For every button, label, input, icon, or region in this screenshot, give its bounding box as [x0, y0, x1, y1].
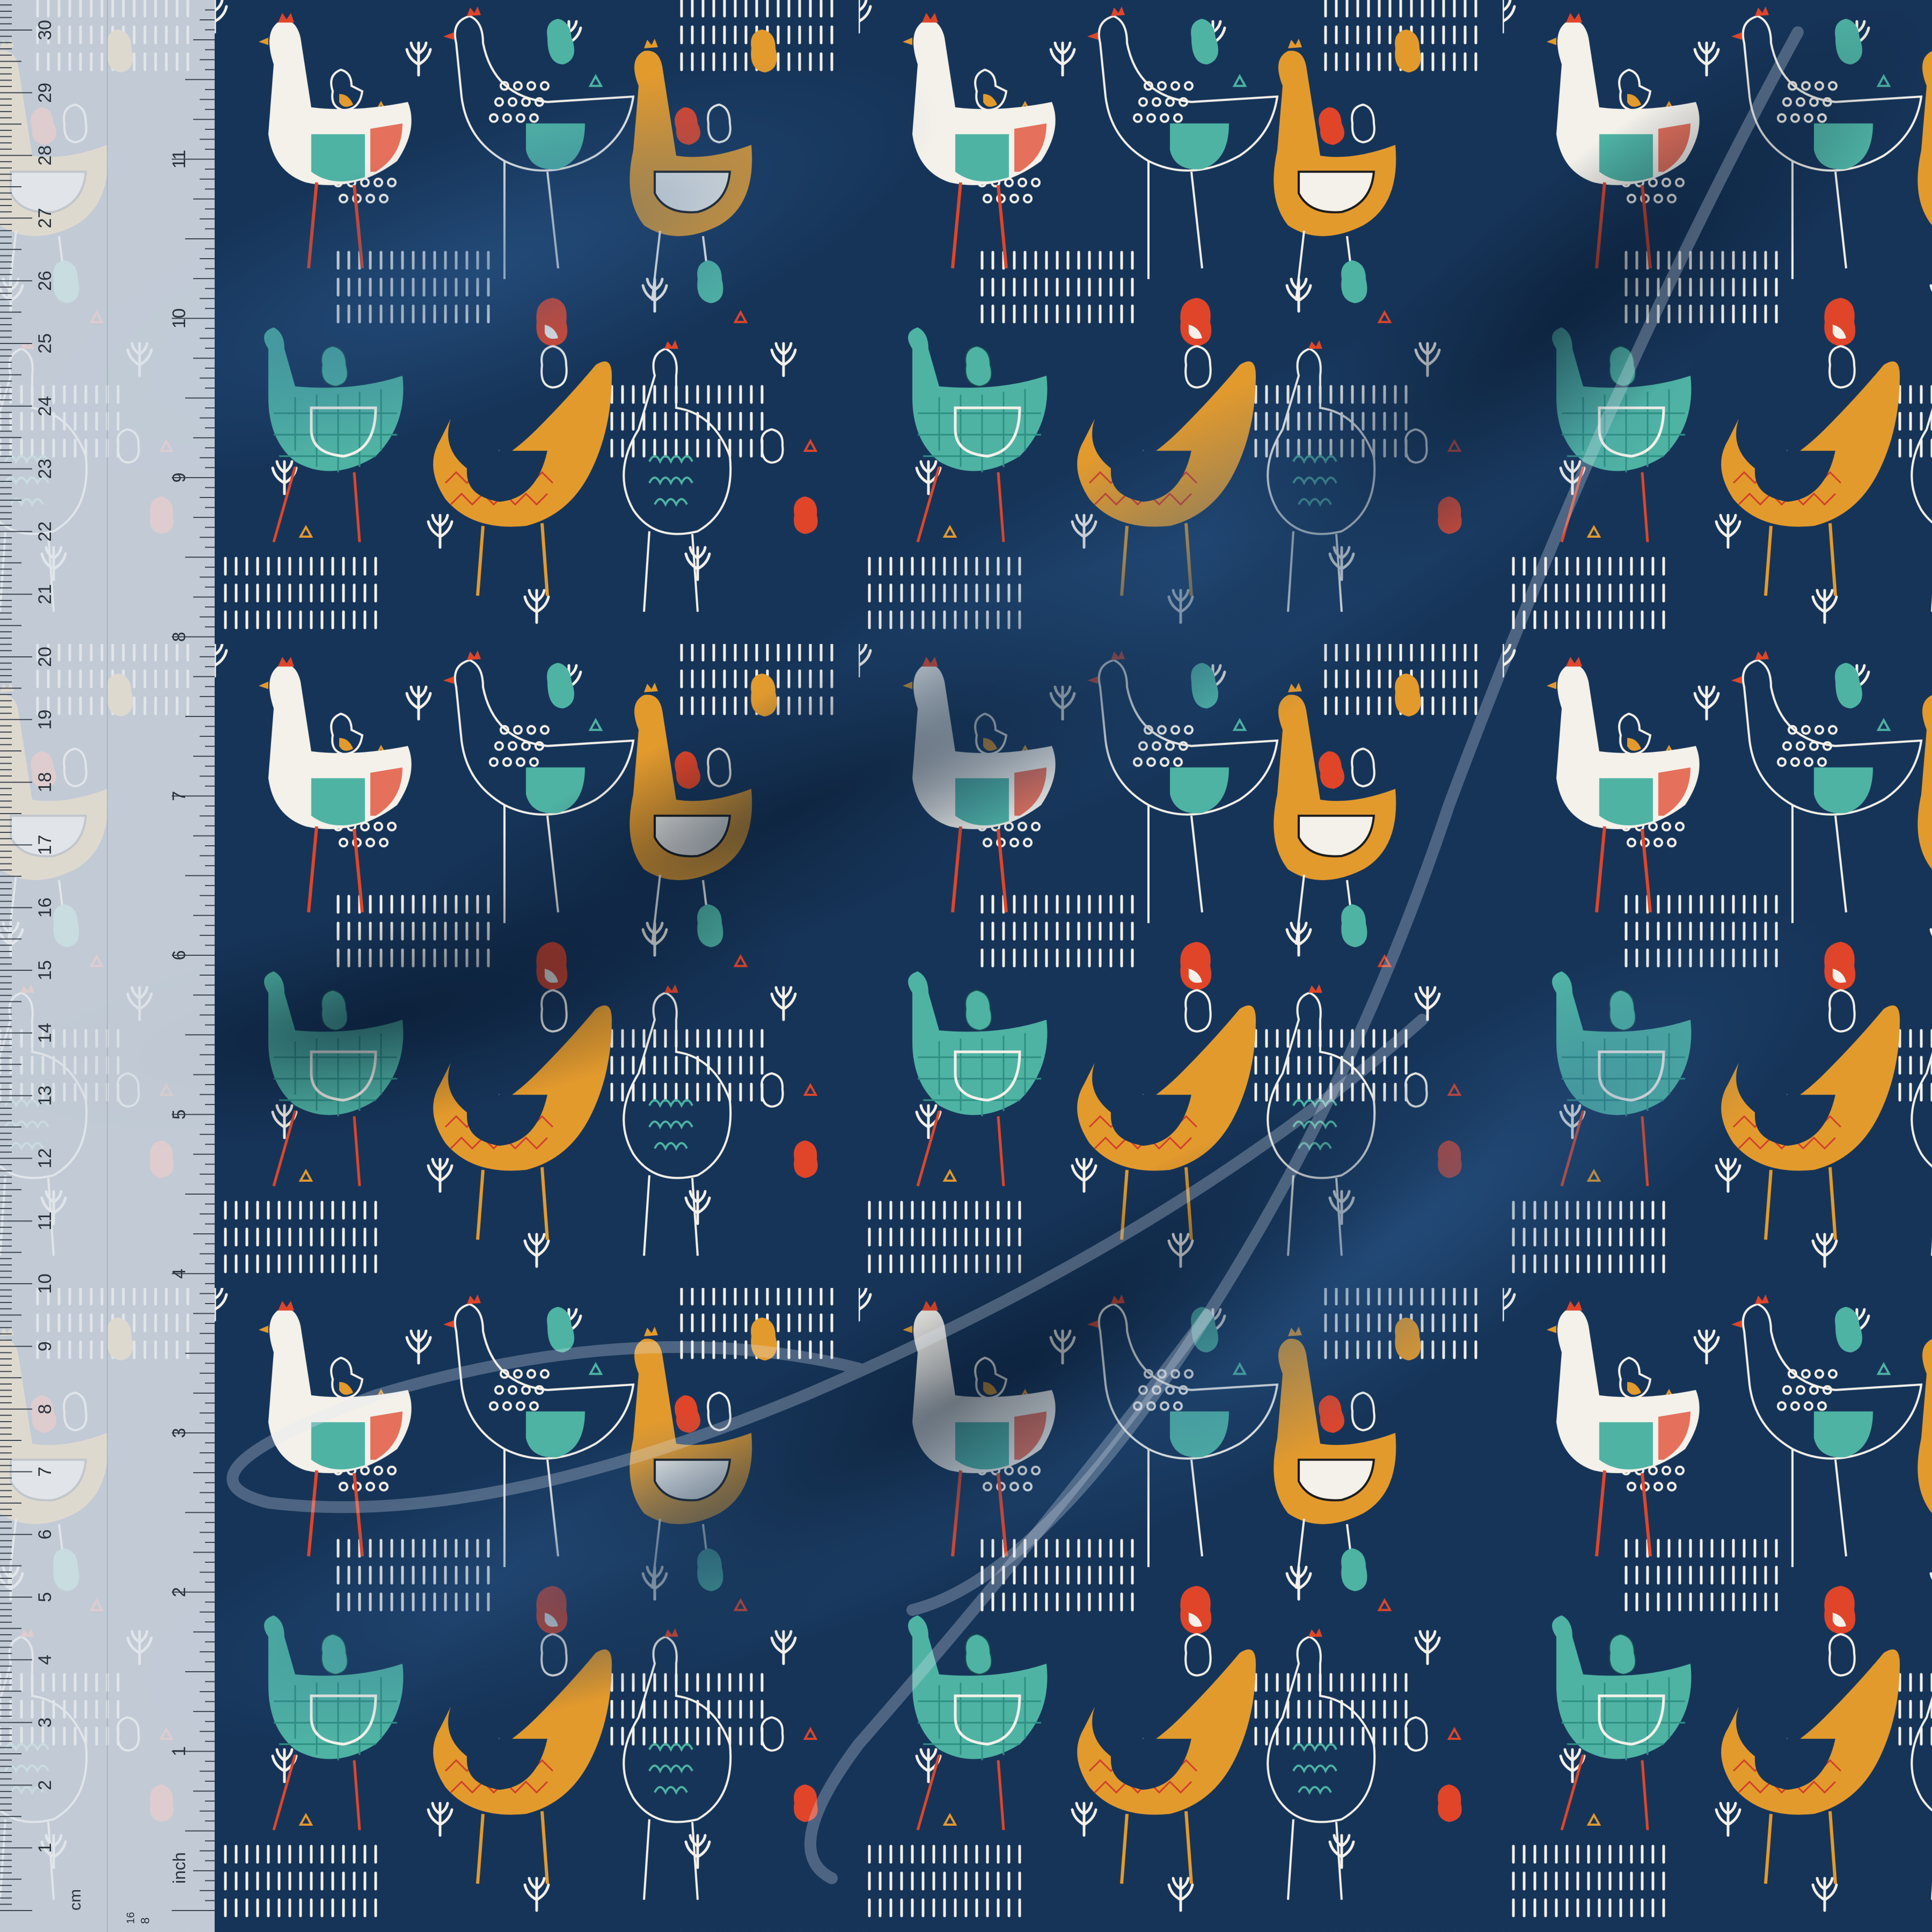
ruler-cm-label: 4	[35, 1655, 55, 1665]
ruler-inch-label: 2	[169, 1587, 189, 1597]
ruler-cm-label: 26	[35, 270, 55, 291]
ruler-cm-label: 28	[35, 145, 55, 166]
ruler-inch-label: 1	[169, 1746, 189, 1757]
ruler-cm-label: 24	[35, 396, 55, 416]
ruler-cm-label: 19	[35, 709, 55, 730]
ruler-cm-label: 10	[35, 1274, 55, 1294]
ruler-cm-label: 15	[35, 960, 55, 980]
ruler-cm-label: 11	[35, 1212, 55, 1231]
ruler-inch-label: 6	[169, 950, 189, 961]
ruler-inch-label: 9	[169, 472, 189, 482]
ruler-cm-label: 5	[35, 1592, 55, 1602]
measuring-ruler: 1234567891011121314151617181920212223242…	[0, 0, 215, 1932]
fabric-pattern	[0, 0, 1932, 1932]
ruler-cm-label: 20	[35, 647, 55, 667]
ruler-cm-label: 25	[35, 333, 55, 354]
ruler-cm-label: 8	[35, 1404, 55, 1414]
ruler-inch-unit: inch	[170, 1852, 189, 1884]
ruler-inch-label: 11	[169, 150, 189, 169]
ruler-cm-label: 21	[35, 584, 55, 604]
ruler-inch-label: 7	[169, 791, 189, 801]
ruler-cm-label: 17	[35, 835, 55, 855]
ruler-cm-label: 18	[35, 772, 55, 793]
ruler-fraction-16: 16	[125, 1912, 137, 1924]
ruler-cm-label: 3	[35, 1717, 55, 1728]
ruler-inch-label: 5	[169, 1109, 189, 1119]
ruler-inch-label: 10	[169, 308, 189, 328]
ruler-cm-label: 2	[35, 1780, 55, 1790]
ruler-fraction-8: 8	[138, 1918, 152, 1924]
ruler-cm-label: 6	[35, 1529, 55, 1540]
ruler-cm-label: 29	[35, 83, 55, 103]
ruler-cm-label: 22	[35, 521, 55, 541]
ruler-cm-label: 7	[35, 1467, 55, 1477]
ruler-cm-label: 23	[35, 459, 55, 479]
ruler-inch-label: 8	[169, 632, 189, 642]
ruler-cm-label: 9	[35, 1341, 55, 1351]
ruler-inch-label: 3	[169, 1428, 189, 1438]
ruler-inch-label: 4	[169, 1269, 189, 1279]
ruler-cm-label: 27	[35, 208, 55, 228]
ruler-cm-label: 30	[35, 20, 55, 40]
ruler-cm-label: 12	[35, 1148, 55, 1168]
fabric-swatch: 1 2 3 4 5 6 7 8 9 10 11 12 13 14 15 16 17 18 19 20 21 22 23 24 2…	[0, 0, 1932, 1932]
ruler-cm-label: 16	[35, 897, 55, 918]
ruler-cm-label: 14	[35, 1023, 55, 1043]
ruler-cm-label: 1	[35, 1843, 55, 1853]
ruler-cm-label: 13	[35, 1086, 55, 1106]
ruler-cm-unit: cm	[67, 1889, 84, 1911]
